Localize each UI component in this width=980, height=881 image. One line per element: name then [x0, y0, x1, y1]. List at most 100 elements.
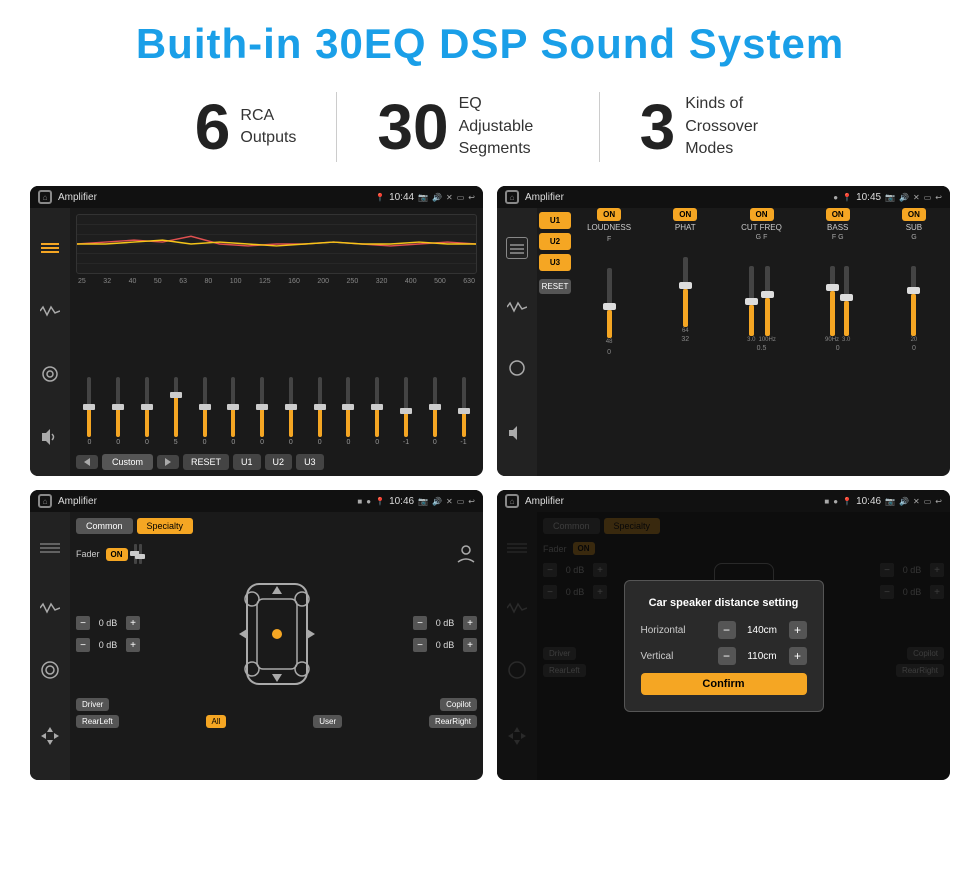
- screen3-fader: Amplifier ■ ● 📍 10:46 📷 🔊 ✕ ▭ ↩: [30, 490, 483, 780]
- s3-sidebar-speaker[interactable]: [40, 660, 60, 685]
- all-btn[interactable]: All: [206, 715, 227, 728]
- stat-crossover: 3 Kinds ofCrossover Modes: [600, 93, 826, 160]
- slider-11[interactable]: 0: [364, 366, 391, 446]
- bass-val: 0: [836, 345, 840, 352]
- slider-1[interactable]: 0: [76, 366, 103, 446]
- s2-sidebar-eq[interactable]: [506, 237, 528, 259]
- slider-13[interactable]: 0: [421, 366, 448, 446]
- vol-plus-2[interactable]: +: [126, 638, 140, 652]
- ch-cutfreq: ON CUT FREQ G F 3.: [725, 208, 797, 476]
- fader-toggle[interactable]: ON: [106, 548, 128, 561]
- reset-button[interactable]: RESET: [183, 454, 229, 470]
- screen2-left-sidebar: [497, 208, 537, 476]
- loudness-slider-1[interactable]: 48: [606, 268, 613, 345]
- page-title: Buith-in 30EQ DSP Sound System: [30, 20, 950, 68]
- vol-top-left: − 0 dB +: [76, 616, 140, 630]
- sliders-area: 0 0: [76, 289, 477, 448]
- freq-50: 50: [154, 278, 162, 285]
- cutfreq-toggle[interactable]: ON: [750, 208, 774, 221]
- copilot-btn[interactable]: Copilot: [440, 698, 477, 711]
- slider-4[interactable]: 5: [162, 366, 189, 446]
- home-icon[interactable]: [38, 190, 52, 204]
- loudness-f-label: F: [607, 236, 611, 243]
- confirm-button[interactable]: Confirm: [641, 673, 807, 695]
- s3-dot2: ●: [366, 497, 371, 506]
- phat-slider-1[interactable]: 64: [682, 257, 689, 334]
- rearright-btn[interactable]: RearRight: [429, 715, 477, 728]
- stat-text-crossover: Kinds ofCrossover Modes: [685, 93, 785, 160]
- s3-back[interactable]: ↩: [468, 497, 475, 506]
- screen4-home-icon[interactable]: [505, 494, 519, 508]
- bass-slider-2[interactable]: 3.0: [842, 266, 850, 343]
- s4-back[interactable]: ↩: [935, 497, 942, 506]
- vol-minus-2[interactable]: −: [76, 638, 90, 652]
- bass-slider-1[interactable]: 90Hz: [825, 266, 839, 343]
- freq-200: 200: [317, 278, 329, 285]
- s3-sidebar-eq[interactable]: [40, 540, 60, 561]
- driver-btn[interactable]: Driver: [76, 698, 109, 711]
- screen3-home-icon[interactable]: [38, 494, 52, 508]
- back-icon[interactable]: ↩: [468, 193, 475, 202]
- s2-sidebar-vol[interactable]: [507, 423, 527, 448]
- reset-btn[interactable]: RESET: [539, 279, 571, 294]
- slider-8[interactable]: 0: [277, 366, 304, 446]
- vertical-plus[interactable]: +: [789, 647, 807, 665]
- prev-button[interactable]: [76, 455, 98, 469]
- vol-minus-1[interactable]: −: [76, 616, 90, 630]
- ch-loudness: ON LOUDNESS F 48: [573, 208, 645, 476]
- slider-7[interactable]: 0: [249, 366, 276, 446]
- tab-common[interactable]: Common: [76, 518, 133, 534]
- preset-u1[interactable]: U1: [539, 212, 571, 229]
- screen3-app-title: Amplifier: [58, 496, 351, 507]
- cutfreq-slider-2[interactable]: 100Hz: [759, 266, 776, 343]
- right-vol-controls: − 0 dB + − 0 dB +: [413, 616, 477, 652]
- vertical-minus[interactable]: −: [718, 647, 736, 665]
- vertical-row: Vertical − 110cm +: [641, 647, 807, 665]
- slider-5[interactable]: 0: [191, 366, 218, 446]
- s3-sidebar-arrows[interactable]: [39, 725, 61, 752]
- sidebar-vol-icon[interactable]: [38, 427, 62, 447]
- s3-sidebar-wave[interactable]: [40, 601, 60, 619]
- s2-sidebar-speaker[interactable]: [508, 359, 526, 382]
- user-icon-btn[interactable]: [455, 542, 477, 566]
- preset-u2[interactable]: U2: [539, 233, 571, 250]
- sidebar-speaker-icon[interactable]: [38, 364, 62, 384]
- sub-slider-1[interactable]: 20: [911, 266, 918, 343]
- s2-sidebar-wave[interactable]: [507, 300, 527, 318]
- s2-back-icon[interactable]: ↩: [935, 193, 942, 202]
- preset-u3[interactable]: U3: [539, 254, 571, 271]
- loudness-toggle[interactable]: ON: [597, 208, 621, 221]
- rearleft-btn[interactable]: RearLeft: [76, 715, 119, 728]
- user-btn[interactable]: User: [313, 715, 342, 728]
- u3-button[interactable]: U3: [296, 454, 324, 470]
- sidebar-wave-icon[interactable]: [38, 301, 62, 321]
- vol-minus-4[interactable]: −: [413, 638, 427, 652]
- horizontal-plus[interactable]: +: [789, 621, 807, 639]
- cutfreq-slider-1[interactable]: 3.0: [747, 266, 755, 343]
- slider-3[interactable]: 0: [134, 366, 161, 446]
- bass-toggle[interactable]: ON: [826, 208, 850, 221]
- u2-button[interactable]: U2: [265, 454, 293, 470]
- vol-plus-4[interactable]: +: [463, 638, 477, 652]
- slider-12[interactable]: -1: [393, 366, 420, 446]
- slider-14[interactable]: -1: [450, 366, 477, 446]
- screen2-status-icons: ● 📍 10:45 📷 🔊 ✕ ▭ ↩: [833, 192, 942, 203]
- slider-9[interactable]: 0: [306, 366, 333, 446]
- sidebar-eq-icon[interactable]: [38, 238, 62, 258]
- tab-specialty[interactable]: Specialty: [137, 518, 194, 534]
- horizontal-minus[interactable]: −: [718, 621, 736, 639]
- slider-2[interactable]: 0: [105, 366, 132, 446]
- horizontal-label: Horizontal: [641, 625, 686, 636]
- vol-minus-3[interactable]: −: [413, 616, 427, 630]
- phat-toggle[interactable]: ON: [673, 208, 697, 221]
- next-button[interactable]: [157, 455, 179, 469]
- vol-bottom-left: − 0 dB +: [76, 638, 140, 652]
- slider-6[interactable]: 0: [220, 366, 247, 446]
- slider-10[interactable]: 0: [335, 366, 362, 446]
- screen2-home-icon[interactable]: [505, 190, 519, 204]
- u1-button[interactable]: U1: [233, 454, 261, 470]
- sub-toggle[interactable]: ON: [902, 208, 926, 221]
- loudness-label: LOUDNESS: [587, 223, 631, 232]
- vol-plus-1[interactable]: +: [126, 616, 140, 630]
- vol-plus-3[interactable]: +: [463, 616, 477, 630]
